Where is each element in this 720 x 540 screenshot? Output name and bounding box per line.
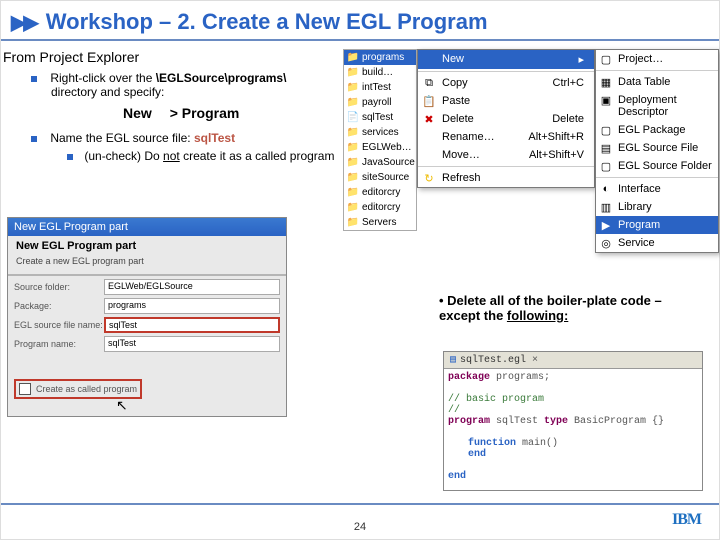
editor-tab[interactable]: ▤ sqlTest.egl ×: [444, 352, 702, 369]
delete-icon: ✖: [422, 113, 436, 126]
src-file-label: EGL source file name:: [14, 320, 104, 330]
wizard-titlebar: New EGL Program part: [8, 218, 286, 236]
tree-item[interactable]: 📁editorcry: [344, 200, 416, 215]
close-tab-icon[interactable]: ×: [532, 355, 538, 366]
title-fastforward-icon: ▶▶: [11, 10, 36, 35]
tree-item[interactable]: 📁payroll: [344, 95, 416, 110]
folder-icon: 📁: [346, 217, 360, 228]
ctx-copy[interactable]: ⧉CopyCtrl+C: [418, 74, 594, 92]
tree-item[interactable]: 📁build…: [344, 65, 416, 80]
ctx-rename[interactable]: Rename…Alt+Shift+R: [418, 128, 594, 146]
paste-icon: 📋: [422, 95, 436, 108]
src-file-input[interactable]: sqlTest: [104, 317, 280, 333]
interface-icon: ◐: [599, 183, 613, 195]
delete-boilerplate-callout: • Delete all of the boiler-plate code – …: [439, 293, 691, 323]
copy-icon: ⧉: [422, 77, 436, 90]
folder-icon: 📁: [346, 142, 360, 153]
ctx-new[interactable]: New▸: [418, 50, 594, 69]
ctx-delete[interactable]: ✖DeleteDelete: [418, 110, 594, 128]
folder-icon: 📁: [346, 52, 360, 63]
ibm-logo: IBM: [672, 511, 701, 529]
folder-icon: 📁: [346, 202, 360, 213]
tree-item[interactable]: 📄sqlTest: [344, 110, 416, 125]
sub-service[interactable]: ◎Service: [596, 234, 718, 252]
called-program-checkbox[interactable]: [19, 383, 31, 395]
sub-datatable[interactable]: ▦Data Table: [596, 73, 718, 91]
program-icon: ▶: [599, 219, 613, 232]
folder-icon: 📁: [346, 67, 360, 78]
wizard-desc: Create a new EGL program part: [8, 256, 286, 272]
editor-body[interactable]: package programs; // basic program // pr…: [444, 369, 702, 485]
file-icon: 📄: [346, 112, 360, 123]
folder-icon: 📁: [346, 172, 360, 183]
bullet-icon: [67, 154, 73, 160]
project-explorer-tree: 📁programs 📁build… 📁intTest 📁payroll 📄sql…: [343, 49, 417, 231]
tree-item[interactable]: 📁services: [344, 125, 416, 140]
file-icon: ▤: [599, 142, 613, 155]
footer-rule: [1, 503, 719, 505]
ctx-paste[interactable]: 📋Paste: [418, 92, 594, 110]
library-icon: ▥: [599, 201, 613, 214]
context-menu: New▸ ⧉CopyCtrl+C 📋Paste ✖DeleteDelete Re…: [417, 49, 595, 188]
called-program-highlight: Create as called program: [14, 379, 142, 399]
package-input[interactable]: programs: [104, 298, 280, 314]
service-icon: ◎: [599, 237, 613, 250]
folder-icon: 📁: [346, 127, 360, 138]
sub-iface[interactable]: ◐Interface: [596, 180, 718, 198]
program-name-input[interactable]: sqlTest: [104, 336, 280, 352]
called-program-label: Create as called program: [36, 384, 137, 394]
slide-title: Workshop – 2. Create a New EGL Program: [46, 9, 488, 35]
code-editor: ▤ sqlTest.egl × package programs; // bas…: [443, 351, 703, 491]
sub-eglsrc[interactable]: ▤EGL Source File: [596, 139, 718, 157]
sub-program[interactable]: ▶Program: [596, 216, 718, 234]
datatable-icon: ▦: [599, 76, 613, 89]
folder-icon: ▢: [599, 160, 613, 173]
tree-item[interactable]: 📁editorcry: [344, 185, 416, 200]
tree-item[interactable]: 📁intTest: [344, 80, 416, 95]
refresh-icon: ↻: [422, 172, 436, 185]
tree-item[interactable]: 📁siteSource: [344, 170, 416, 185]
program-name-label: Program name:: [14, 339, 104, 349]
file-icon: ▤: [450, 354, 456, 366]
src-folder-label: Source folder:: [14, 282, 104, 292]
new-program-wizard: New EGL Program part New EGL Program par…: [7, 217, 287, 417]
tree-item[interactable]: 📁EGLWeb…: [344, 140, 416, 155]
folder-icon: 📁: [346, 97, 360, 108]
sub-library[interactable]: ▥Library: [596, 198, 718, 216]
folder-icon: 📁: [346, 82, 360, 93]
project-icon: ▢: [599, 53, 613, 66]
package-label: Package:: [14, 301, 104, 311]
bullet-icon: [31, 136, 37, 142]
sub-eglpkg[interactable]: ▢EGL Package: [596, 121, 718, 139]
ctx-move[interactable]: Move…Alt+Shift+V: [418, 146, 594, 164]
src-folder-input[interactable]: EGLWeb/EGLSource: [104, 279, 280, 295]
package-icon: ▢: [599, 124, 613, 137]
page-number: 24: [354, 521, 366, 533]
folder-icon: 📁: [346, 187, 360, 198]
sub-project[interactable]: ▢Project…: [596, 50, 718, 68]
new-submenu: ▢Project… ▦Data Table ▣Deployment Descri…: [595, 49, 719, 253]
tree-item[interactable]: 📁JavaSource: [344, 155, 416, 170]
sub-depdesc[interactable]: ▣Deployment Descriptor: [596, 91, 718, 121]
depdesc-icon: ▣: [599, 94, 613, 107]
sub-eglsrcf[interactable]: ▢EGL Source Folder: [596, 157, 718, 175]
bullet-icon: [31, 76, 37, 82]
folder-icon: 📁: [346, 157, 360, 168]
tree-item[interactable]: 📁Servers: [344, 215, 416, 230]
ctx-refresh[interactable]: ↻Refresh: [418, 169, 594, 187]
cursor-icon: ↖: [116, 397, 128, 414]
tree-item[interactable]: 📁programs: [344, 50, 416, 65]
wizard-heading: New EGL Program part: [8, 236, 286, 256]
